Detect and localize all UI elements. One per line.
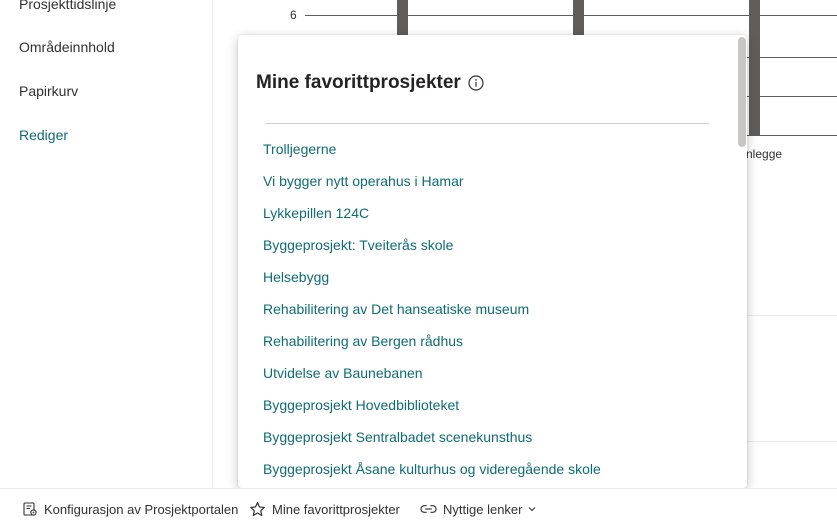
favorite-project-link[interactable]: Byggeprosjekt Åsane kulturhus og videreg… — [263, 461, 601, 488]
nav-item-omradeinnhold[interactable]: Områdeinnhold — [19, 39, 115, 55]
gridline — [747, 96, 837, 97]
gridline — [747, 57, 837, 58]
favorites-list: Trolljegerne Vi bygger nytt operahus i H… — [263, 141, 601, 488]
panel-scrollbar[interactable] — [738, 37, 746, 147]
nav-edit-link[interactable]: Rediger — [19, 127, 68, 143]
favorite-project-link[interactable]: Vi bygger nytt operahus i Hamar — [263, 173, 601, 205]
panel-separator — [265, 123, 709, 124]
nav-item-prosjekttidslinje[interactable]: Prosjekttidslinje — [19, 0, 116, 12]
chevron-down-icon — [529, 507, 536, 512]
category-label: nlegge — [746, 147, 783, 161]
favorites-panel: Mine favorittprosjekter Trolljegerne Vi … — [238, 35, 747, 488]
favorite-project-link[interactable]: Helsebygg — [263, 269, 601, 301]
config-label: Konfigurasjon av Prosjektportalen — [44, 501, 239, 517]
left-navigation: Prosjekttidslinje Områdeinnhold Papirkur… — [0, 0, 213, 488]
nav-item-papirkurv[interactable]: Papirkurv — [19, 83, 78, 99]
favorites-button[interactable]: Mine favorittprosjekter — [249, 489, 400, 529]
favorite-project-link[interactable]: Byggeprosjekt: Tveiterås skole — [263, 237, 601, 269]
favorite-project-link[interactable]: Trolljegerne — [263, 141, 601, 173]
useful-links-button[interactable]: Nyttige lenker — [420, 489, 537, 529]
section-divider — [747, 441, 837, 442]
footer-toolbar: Konfigurasjon av Prosjektportalen Mine f… — [0, 488, 837, 529]
config-icon — [23, 502, 37, 516]
useful-links-label: Nyttige lenker — [443, 501, 523, 517]
favorite-project-link[interactable]: Byggeprosjekt Hovedbiblioteket — [263, 397, 601, 429]
section-divider — [747, 315, 837, 316]
panel-title: Mine favorittprosjekter — [256, 72, 461, 93]
favorite-project-link[interactable]: Rehabilitering av Det hanseatiske museum — [263, 301, 601, 333]
favorite-project-link[interactable]: Lykkepillen 124C — [263, 205, 601, 237]
chart-bar — [749, 0, 760, 136]
link-icon — [420, 505, 437, 513]
chart-bar — [397, 0, 408, 36]
favorite-project-link[interactable]: Byggeprosjekt Sentralbadet scenekunsthus — [263, 429, 601, 461]
gridline — [747, 135, 837, 136]
config-button[interactable]: Konfigurasjon av Prosjektportalen — [22, 489, 238, 529]
favorites-label: Mine favorittprosjekter — [272, 501, 400, 517]
star-icon — [250, 501, 265, 516]
chart-bar — [573, 0, 584, 36]
favorite-project-link[interactable]: Utvidelse av Baunebanen — [263, 365, 601, 397]
info-icon[interactable] — [468, 75, 484, 91]
y-tick-label: 6 — [290, 8, 297, 22]
favorite-project-link[interactable]: Rehabilitering av Bergen rådhus — [263, 333, 601, 365]
